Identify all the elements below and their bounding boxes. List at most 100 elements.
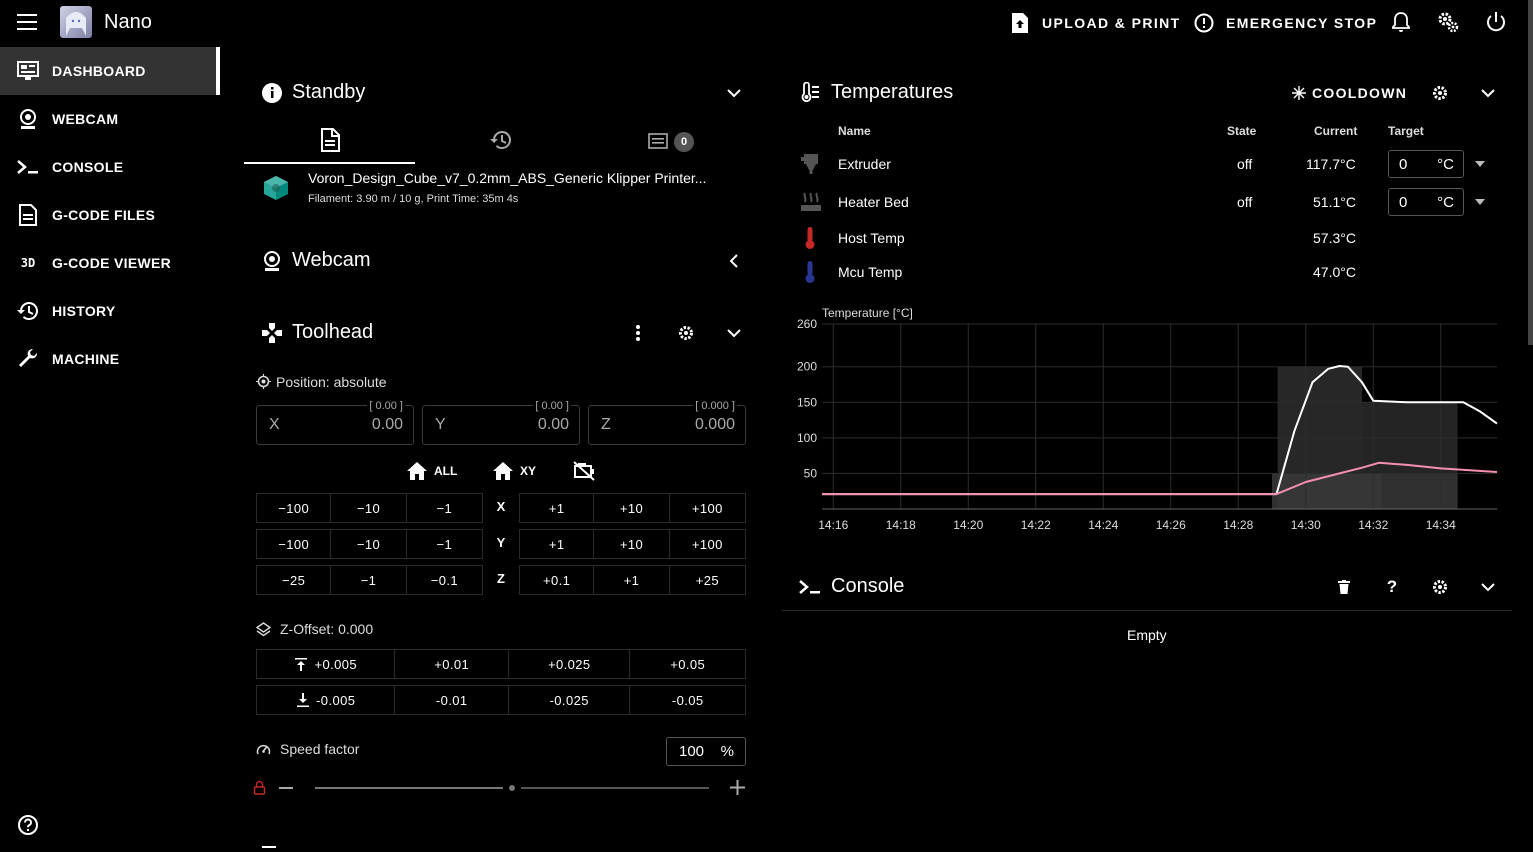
- power-icon[interactable]: [1484, 10, 1508, 34]
- jog-button[interactable]: −25: [257, 566, 332, 594]
- jog-button[interactable]: +0.1: [520, 566, 595, 594]
- sidebar-item-gcode-files[interactable]: G-CODE FILES: [0, 191, 220, 239]
- speed-decrease-button[interactable]: [279, 787, 293, 789]
- jog-button[interactable]: −0.1: [407, 566, 482, 594]
- sidebar-item-dashboard[interactable]: DASHBOARD: [0, 47, 220, 95]
- sensor-current-temp: 47.0°C: [1313, 264, 1356, 280]
- zoffset-down-button[interactable]: -0.05: [630, 686, 745, 714]
- jog-button[interactable]: −10: [331, 494, 407, 522]
- motors-off-icon[interactable]: [572, 460, 596, 482]
- gamepad-icon: [260, 321, 284, 345]
- jog-y-positive: +1 +10 +100: [519, 529, 746, 559]
- thermometer-icon: [804, 226, 816, 250]
- position-y-field[interactable]: Y [ 0.00 ] 0.00: [422, 400, 580, 445]
- sidebar-item-webcam[interactable]: WEBCAM: [0, 95, 220, 143]
- chevron-down-icon[interactable]: [1476, 81, 1500, 105]
- jog-button[interactable]: −100: [257, 530, 332, 558]
- jog-axis-y-label: Y: [496, 535, 506, 550]
- chevron-down-icon[interactable]: [722, 321, 746, 345]
- tab-status[interactable]: [244, 118, 415, 164]
- speed-increase-button[interactable]: [730, 780, 745, 795]
- file-document-icon: [16, 203, 40, 227]
- menu-down-icon[interactable]: [1475, 199, 1485, 205]
- sidebar-item-console[interactable]: CONSOLE: [0, 143, 220, 191]
- zoffset-down-button[interactable]: -0.01: [395, 686, 509, 714]
- position-mode-label: Position: absolute: [276, 374, 387, 390]
- jog-button[interactable]: +100: [670, 494, 745, 522]
- jog-button[interactable]: −1: [407, 494, 482, 522]
- target-unit: °C: [1437, 156, 1454, 173]
- tab-history[interactable]: [415, 118, 586, 164]
- console-divider: [782, 610, 1512, 611]
- chevron-down-icon[interactable]: [1476, 575, 1500, 599]
- position-y-value: 0.00: [537, 416, 569, 433]
- sidebar-item-label: CONSOLE: [52, 159, 124, 175]
- history-icon: [490, 130, 512, 150]
- trash-icon[interactable]: [1332, 575, 1356, 599]
- jog-button[interactable]: −1: [331, 566, 407, 594]
- gear-icon[interactable]: [1428, 81, 1452, 105]
- jog-button[interactable]: +25: [670, 566, 745, 594]
- settings-cogs-icon[interactable]: [1436, 10, 1460, 34]
- upload-print-button[interactable]: UPLOAD & PRINT: [1010, 0, 1181, 45]
- speed-factor-input[interactable]: 100 %: [666, 737, 746, 766]
- help-circle-icon[interactable]: [16, 813, 40, 837]
- zoffset-down-button[interactable]: -0.025: [509, 686, 631, 714]
- help-icon[interactable]: ?: [1380, 575, 1404, 599]
- webcam-icon: [260, 249, 284, 273]
- gear-icon[interactable]: [674, 321, 698, 345]
- jog-button[interactable]: +1: [594, 566, 670, 594]
- menu-icon[interactable]: [16, 10, 40, 34]
- emergency-stop-button[interactable]: EMERGENCY STOP: [1194, 0, 1377, 45]
- jog-button[interactable]: +10: [594, 494, 670, 522]
- home-all-button[interactable]: ALL: [406, 459, 457, 483]
- target-value: 0: [1399, 156, 1408, 173]
- position-x-value: 0.00: [371, 416, 403, 433]
- sidebar-item-gcode-viewer[interactable]: 3D G-CODE VIEWER: [0, 239, 220, 287]
- zoffset-up-button[interactable]: +0.005: [257, 650, 396, 678]
- gear-icon[interactable]: [1428, 575, 1452, 599]
- current-y-position: [ 0.00 ]: [533, 400, 571, 412]
- jog-button[interactable]: −1: [407, 530, 482, 558]
- jog-button[interactable]: −100: [257, 494, 332, 522]
- page-scrollbar[interactable]: [1528, 0, 1533, 345]
- sidebar-item-history[interactable]: HISTORY: [0, 287, 220, 335]
- lock-icon[interactable]: [253, 780, 266, 795]
- sidebar-item-label: DASHBOARD: [52, 63, 146, 79]
- heater-state: off: [1237, 194, 1253, 210]
- file-document-outline-icon: [319, 128, 341, 152]
- jog-button[interactable]: +100: [670, 530, 745, 558]
- cooldown-button[interactable]: COOLDOWN: [1292, 84, 1407, 102]
- dots-vertical-icon[interactable]: [626, 321, 650, 345]
- tab-jobs[interactable]: 0: [586, 118, 745, 164]
- home-xy-button[interactable]: XY: [492, 459, 536, 483]
- layers-icon: [256, 622, 271, 637]
- zoffset-up-row: +0.005 +0.01 +0.025 +0.05: [256, 649, 746, 679]
- zoffset-up-button[interactable]: +0.025: [509, 650, 631, 678]
- monitor-dashboard-icon: [16, 59, 40, 83]
- zoffset-up-button[interactable]: +0.01: [395, 650, 509, 678]
- zoffset-up-button[interactable]: +0.05: [630, 650, 745, 678]
- extruder-target-input[interactable]: 0 °C: [1388, 150, 1464, 178]
- chevron-down-icon[interactable]: [722, 81, 746, 105]
- sensor-name: Host Temp: [838, 230, 905, 246]
- menu-down-icon[interactable]: [1475, 161, 1485, 167]
- position-x-field[interactable]: X [ 0.00 ] 0.00: [256, 400, 414, 445]
- jog-button[interactable]: +1: [520, 494, 595, 522]
- jog-button[interactable]: −10: [331, 530, 407, 558]
- zoffset-down-button[interactable]: -0.005: [257, 686, 396, 714]
- bell-icon[interactable]: [1389, 10, 1413, 34]
- chevron-left-icon[interactable]: [722, 249, 746, 273]
- console-empty-label: Empty: [1127, 627, 1167, 643]
- position-z-field[interactable]: Z [ 0.000 ] 0.000: [588, 400, 746, 445]
- sidebar-item-machine[interactable]: MACHINE: [0, 335, 220, 383]
- jog-button[interactable]: +10: [594, 530, 670, 558]
- x-tick-label: 14:28: [1223, 518, 1253, 532]
- slider-thumb[interactable]: [507, 783, 517, 793]
- temp-header-current: Current: [1314, 124, 1358, 138]
- jog-button[interactable]: +1: [520, 530, 595, 558]
- bed-target-input[interactable]: 0 °C: [1388, 188, 1464, 216]
- speed-factor-slider[interactable]: [315, 783, 709, 793]
- speed-factor-value: 100: [679, 743, 705, 760]
- zoffset-down-row: -0.005 -0.01 -0.025 -0.05: [256, 685, 746, 715]
